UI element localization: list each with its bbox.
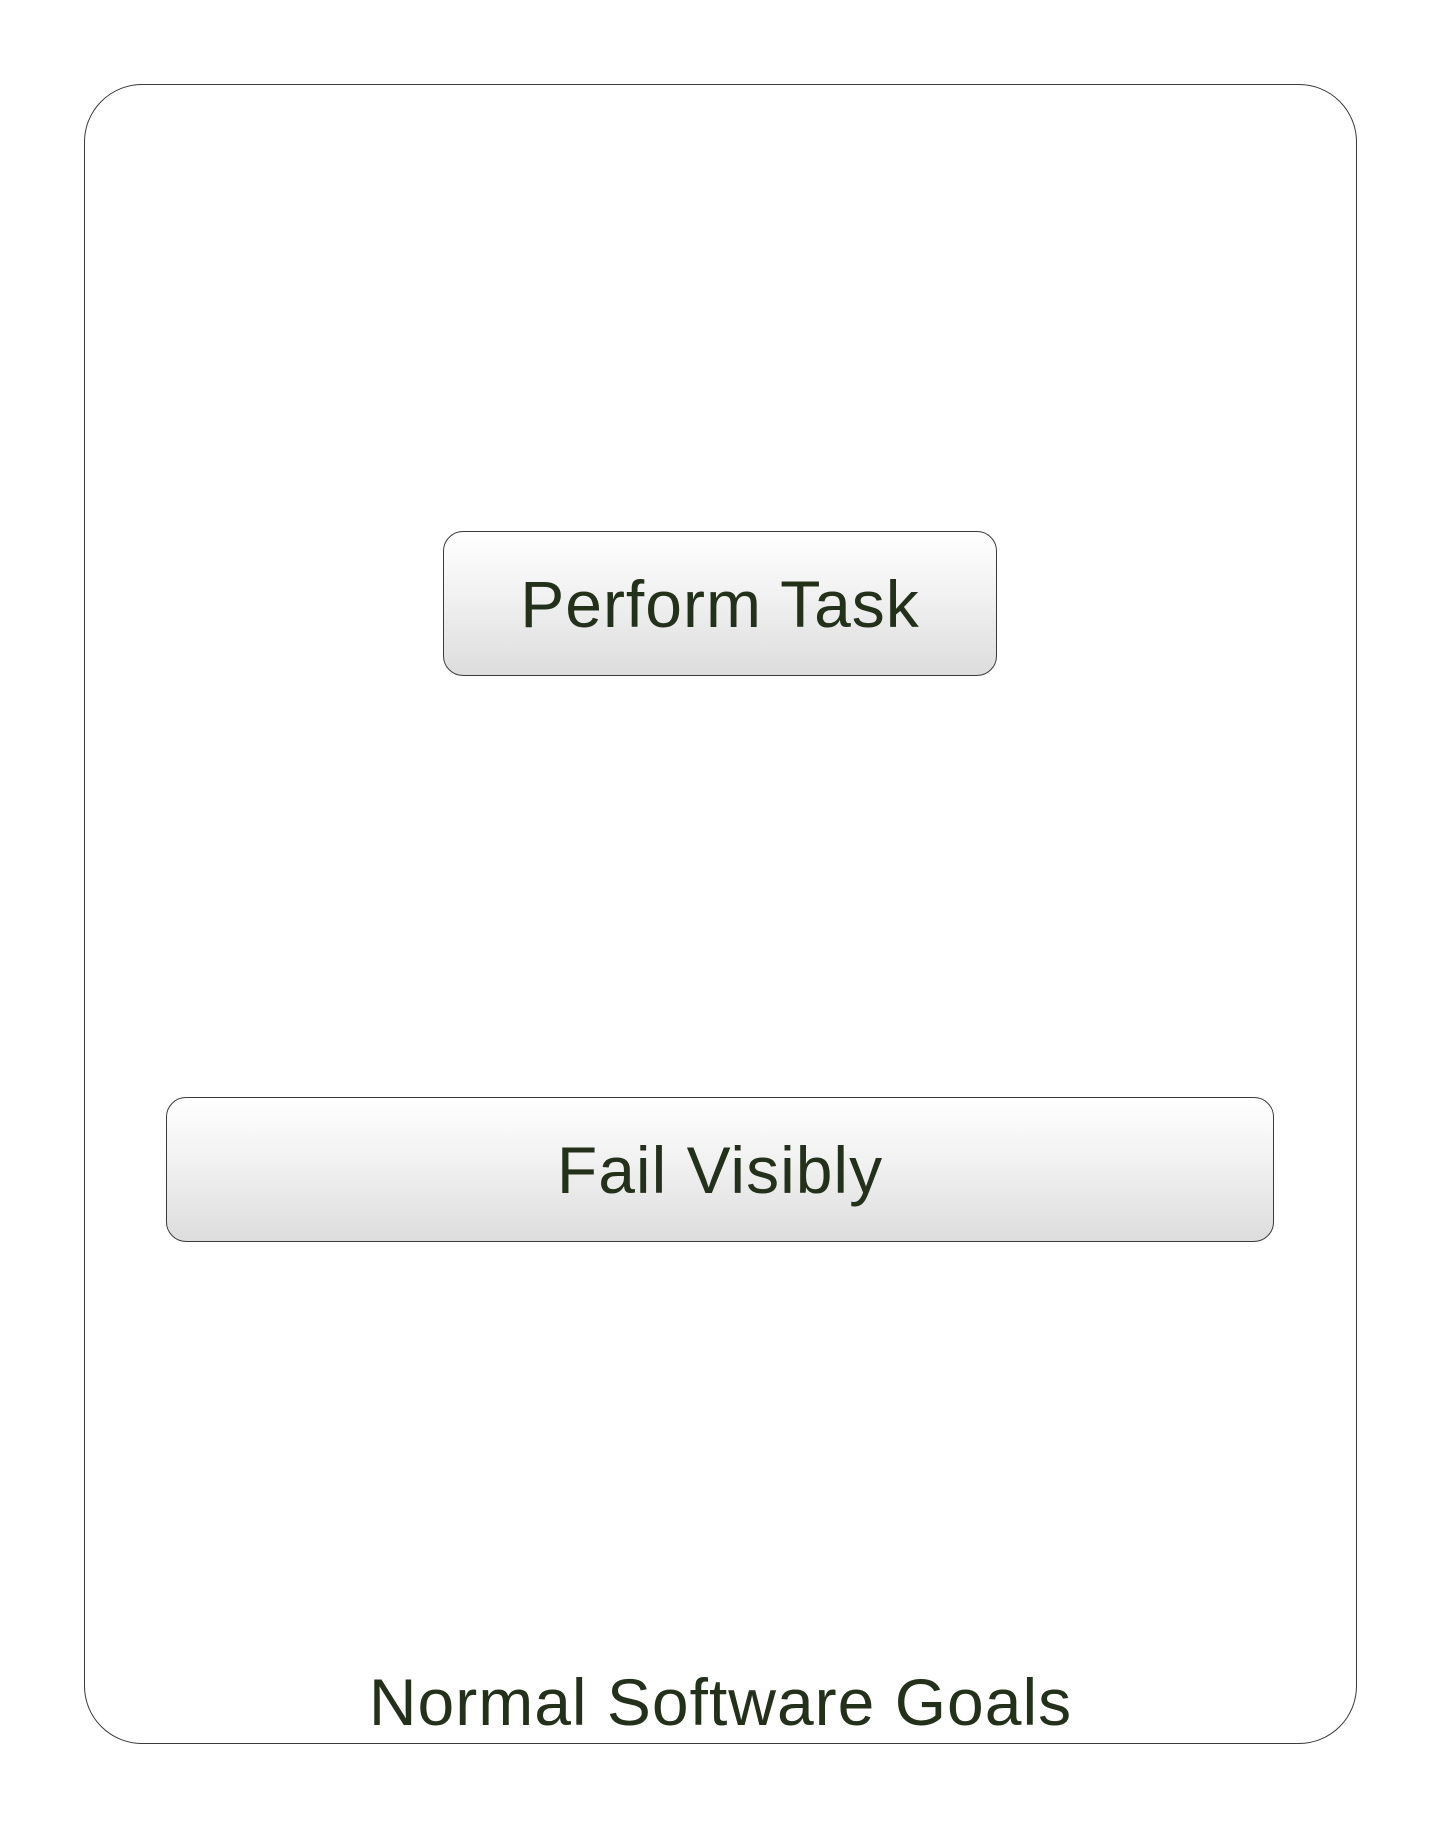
fail-visibly-button[interactable]: Fail Visibly: [166, 1097, 1274, 1242]
diagram-caption: Normal Software Goals: [368, 1665, 1073, 1739]
perform-task-label: Perform Task: [520, 566, 920, 641]
perform-task-button[interactable]: Perform Task: [443, 531, 997, 676]
container-frame: [84, 84, 1357, 1744]
fail-visibly-label: Fail Visibly: [556, 1132, 884, 1207]
